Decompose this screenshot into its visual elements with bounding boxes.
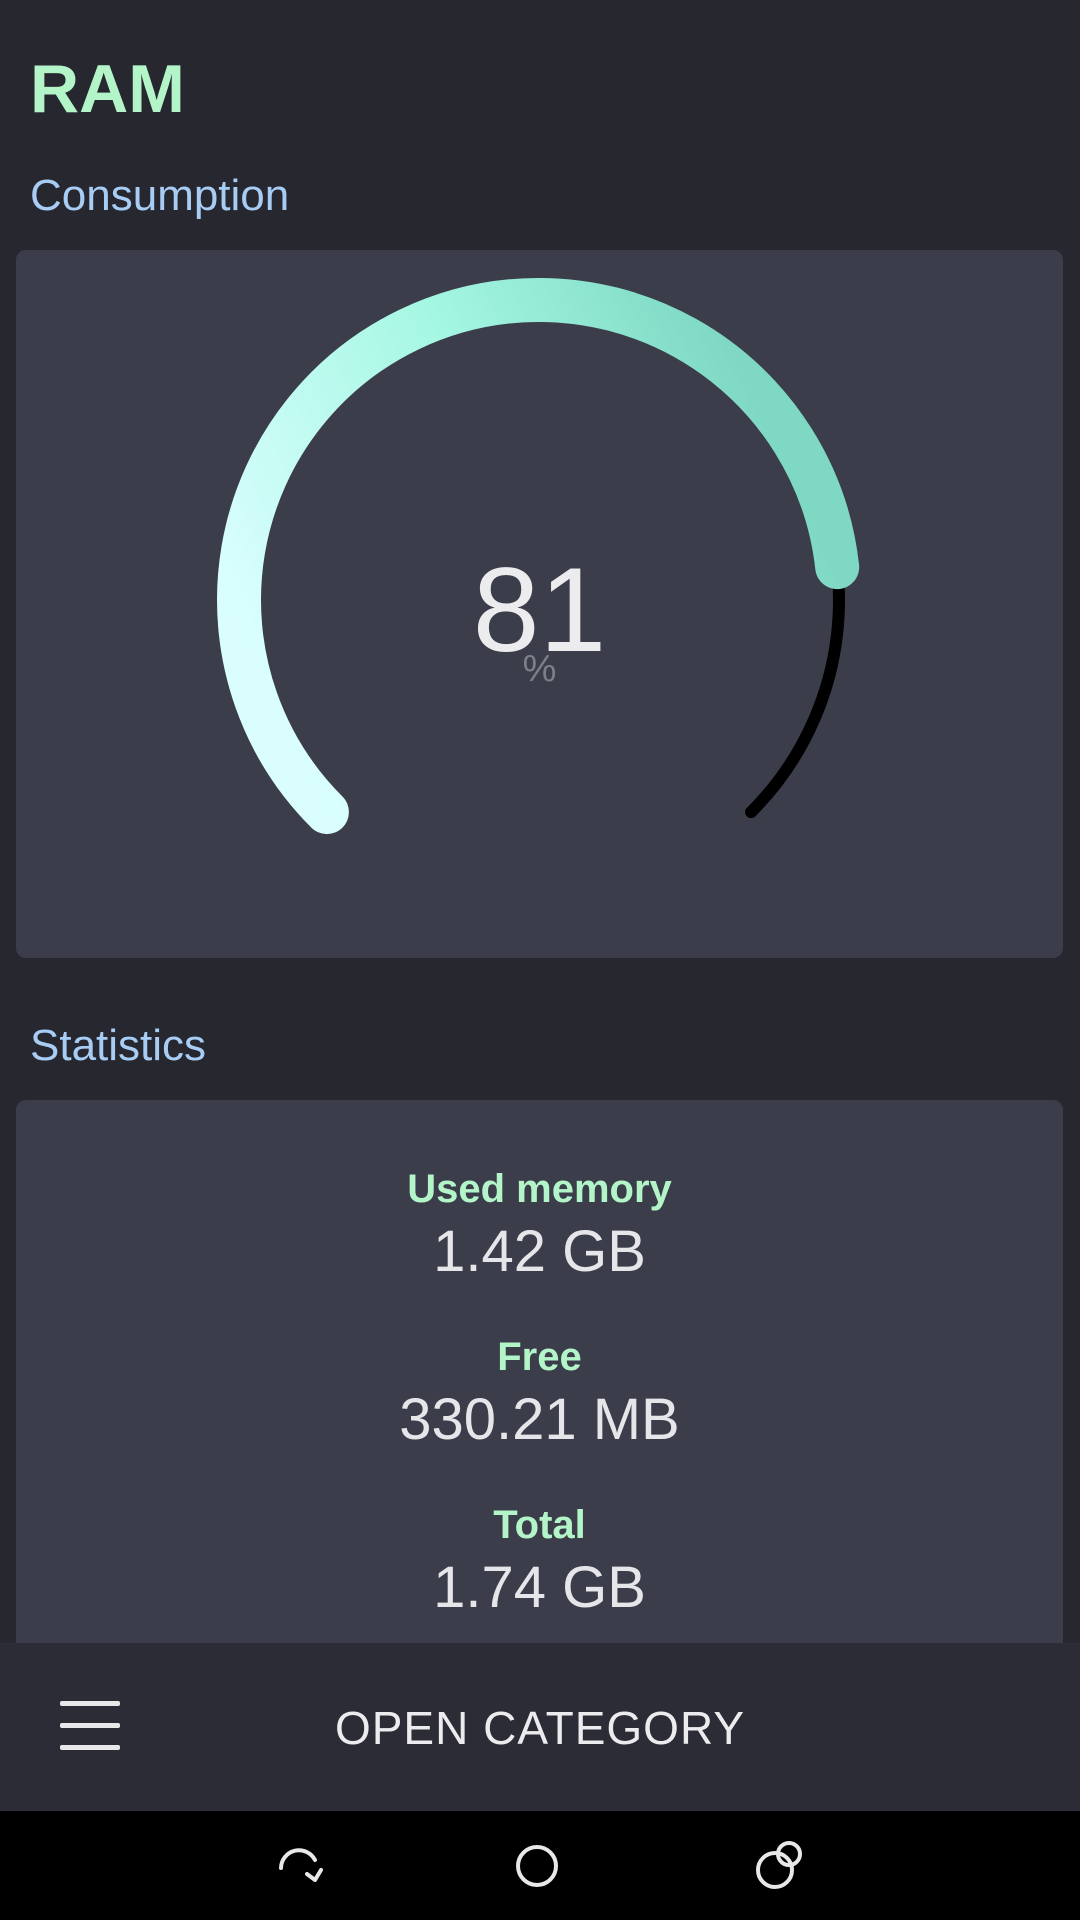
- consumption-card: 81 %: [16, 250, 1063, 958]
- rotate-icon[interactable]: [271, 1838, 327, 1894]
- bottom-action-bar: OPEN CATEGORY: [0, 1643, 1080, 1811]
- system-nav-bar: [0, 1811, 1080, 1920]
- consumption-section-title: Consumption: [30, 171, 290, 220]
- recents-icon[interactable]: [751, 1838, 807, 1894]
- stat-used-memory: Used memory 1.42 GB: [16, 1164, 1063, 1290]
- stat-label: Free: [497, 1335, 582, 1379]
- home-icon[interactable]: [509, 1838, 565, 1894]
- stat-label: Used memory: [407, 1167, 672, 1211]
- open-category-button[interactable]: OPEN CATEGORY: [0, 1698, 1080, 1758]
- page-title: RAM: [30, 51, 185, 127]
- stat-value: 330.21 MB: [399, 1387, 680, 1452]
- stat-free: Free 330.21 MB: [16, 1332, 1063, 1458]
- statistics-section-title: Statistics: [30, 1021, 207, 1070]
- gauge-unit: %: [522, 648, 557, 690]
- stat-label: Total: [493, 1503, 586, 1547]
- stat-value: 1.74 GB: [433, 1555, 646, 1620]
- stat-total: Total 1.74 GB: [16, 1500, 1063, 1626]
- stat-value: 1.42 GB: [433, 1219, 646, 1284]
